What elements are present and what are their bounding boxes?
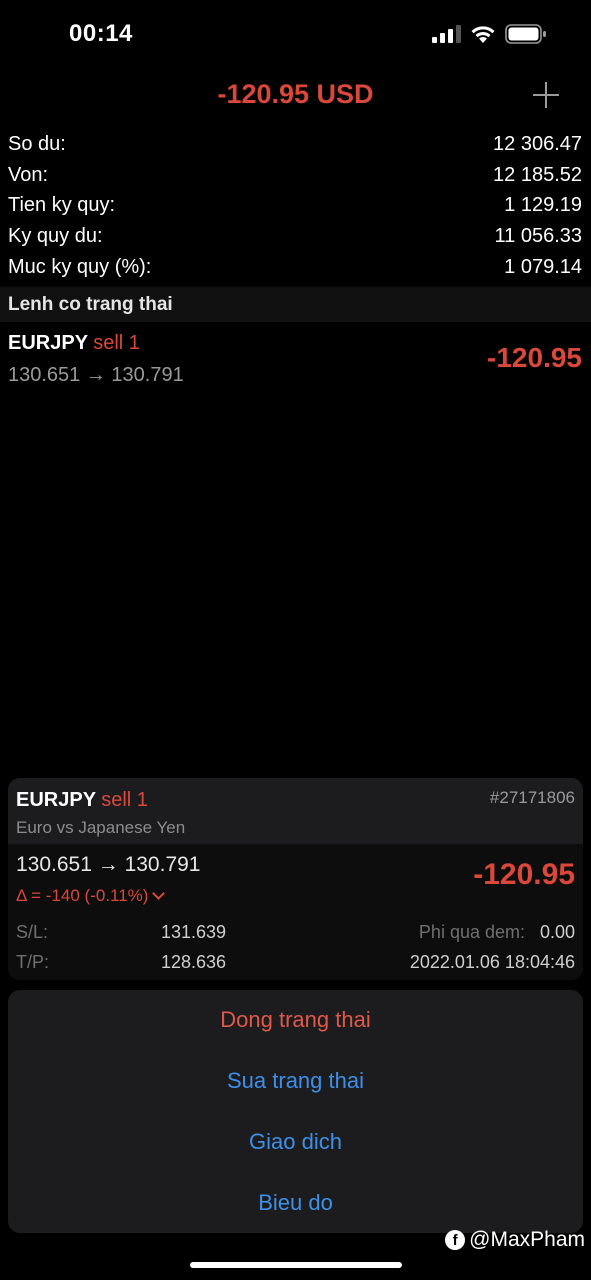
sl-value: 131.639 [161,922,227,942]
summary-row-margin-level: Muc ky quy (%): 1 079.14 [0,252,591,283]
position-symbol: EURJPY sell 1 [8,332,140,355]
total-profit-loss: -120.95 USD [217,79,374,109]
swap-value: 0.00 [539,922,575,942]
signal-icon [432,25,461,43]
detail-header: EURJPY sell 1 #27171806 Euro vs Japanese… [8,778,583,844]
open-time: 2022.01.06 18:04:46 [409,952,575,972]
action-sheet: Dong trang thai Sua trang thai Giao dich… [8,990,583,1233]
detail-type: sell 1 [101,789,148,811]
summary-row-equity: Von: 12 185.52 [0,160,591,191]
modify-position-button[interactable]: Sua trang thai [8,1051,583,1112]
chart-button[interactable]: Bieu do [8,1172,583,1233]
summary-value: 1 079.14 [504,256,582,279]
watermark: f @MaxPham [445,1228,585,1252]
trade-button[interactable]: Giao dich [8,1112,583,1173]
summary-value: 12 306.47 [493,132,582,155]
wifi-icon [471,26,495,43]
summary-row-balance: So du: 12 306.47 [0,129,591,160]
account-summary: So du: 12 306.47 Von: 12 185.52 Tien ky … [0,129,591,283]
facebook-icon: f [445,1230,466,1250]
detail-symbol: EURJPY sell 1 [16,789,148,812]
position-detail-card: EURJPY sell 1 #27171806 Euro vs Japanese… [8,778,583,980]
home-indicator[interactable] [190,1262,402,1268]
position-symbol-name: EURJPY [8,332,88,354]
detail-symbol-name: EURJPY [16,789,96,811]
detail-prices: 130.651 → 130.791 [16,853,201,876]
status-time: 00:14 [69,20,133,47]
position-type: sell 1 [93,332,140,354]
detail-ticket: #27171806 [489,788,575,807]
summary-label: Ky quy du: [8,225,103,248]
battery-icon [505,24,546,44]
position-prices: 130.651 → 130.791 [8,364,184,386]
sl-label: S/L: [16,922,49,942]
detail-delta-text: Δ = -140 (-0.11%) [16,886,149,905]
detail-description: Euro vs Japanese Yen [16,818,186,837]
position-profit-loss: -120.95 [487,342,582,373]
close-position-button[interactable]: Dong trang thai [8,990,583,1051]
add-order-button[interactable] [531,80,561,110]
swap-label: Phi qua dem: [418,922,525,942]
detail-body: 130.651 → 130.791 Δ = -140 (-0.11%) -120… [8,844,583,980]
summary-label: Tien ky quy: [8,194,116,217]
chevron-down-icon [152,887,166,900]
summary-label: Von: [8,163,49,186]
tp-value: 128.636 [161,952,227,972]
summary-value: 12 185.52 [493,163,582,186]
summary-label: So du: [8,132,66,155]
tp-label: T/P: [16,952,50,972]
summary-label: Muc ky quy (%): [8,256,152,279]
summary-row-margin: Tien ky quy: 1 129.19 [0,191,591,222]
detail-delta[interactable]: Δ = -140 (-0.11%) [16,886,166,906]
screen: 00:14 -120.95 USD So du: 12 306.47 Von: … [0,0,591,1280]
summary-row-free-margin: Ky quy du: 11 056.33 [0,221,591,252]
positions-section-header: Lenh co trang thai [0,287,591,322]
summary-value: 1 129.19 [504,194,582,217]
summary-value: 11 056.33 [494,225,583,248]
watermark-text: @MaxPham [469,1228,585,1251]
status-icons [432,24,547,44]
position-row[interactable]: EURJPY sell 1 130.651 → 130.791 -120.95 [0,328,591,394]
detail-profit-loss: -120.95 [473,858,575,891]
